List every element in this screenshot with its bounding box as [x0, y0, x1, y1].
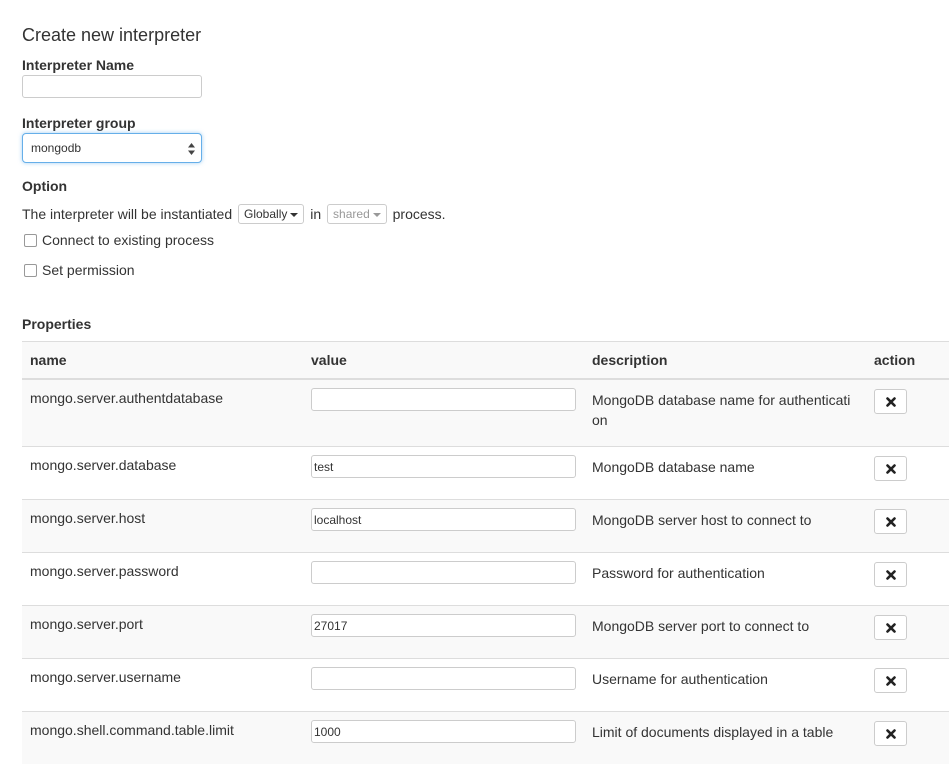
table-row: mongo.server.port MongoDB server port to…: [22, 606, 949, 659]
header-value: value: [303, 342, 584, 380]
delete-property-button[interactable]: [874, 668, 907, 693]
property-description: Username for authentication: [584, 659, 866, 712]
interpreter-group-label: Interpreter group: [22, 115, 136, 131]
property-action-cell: [866, 659, 949, 712]
delete-property-button[interactable]: [874, 456, 907, 481]
table-row: mongo.server.host MongoDB server host to…: [22, 500, 949, 553]
instantiate-line: The interpreter will be instantiated Glo…: [22, 203, 446, 225]
connect-existing-option[interactable]: Connect to existing process: [24, 231, 214, 249]
close-icon: [886, 729, 896, 739]
delete-property-button[interactable]: [874, 562, 907, 587]
set-permission-option[interactable]: Set permission: [24, 261, 135, 279]
property-value-cell: [303, 447, 584, 500]
option-label: Option: [22, 178, 67, 194]
property-description: MongoDB database name: [584, 447, 866, 500]
property-value-input[interactable]: [311, 667, 576, 690]
property-name: mongo.server.username: [22, 659, 303, 712]
close-icon: [886, 517, 896, 527]
close-icon: [886, 623, 896, 633]
page-title: Create new interpreter: [22, 25, 201, 46]
interpreter-name-label: Interpreter Name: [22, 57, 134, 73]
property-value-input[interactable]: [311, 561, 576, 584]
delete-property-button[interactable]: [874, 389, 907, 414]
delete-property-button[interactable]: [874, 615, 907, 640]
property-value-input[interactable]: [311, 388, 576, 411]
property-action-cell: [866, 553, 949, 606]
scope-dropdown-value: Globally: [244, 207, 287, 221]
property-description: MongoDB server port to connect to: [584, 606, 866, 659]
interpreter-name-input[interactable]: [22, 75, 202, 98]
table-header-row: name value description action: [22, 342, 949, 380]
scope-dropdown[interactable]: Globally: [238, 204, 304, 224]
table-row: mongo.server.password Password for authe…: [22, 553, 949, 606]
property-name: mongo.server.password: [22, 553, 303, 606]
property-action-cell: [866, 447, 949, 500]
header-name: name: [22, 342, 303, 380]
property-value-cell: [303, 500, 584, 553]
close-icon: [886, 397, 896, 407]
instantiate-suffix: process.: [393, 206, 446, 222]
property-description: MongoDB server host to connect to: [584, 500, 866, 553]
property-value-cell: [303, 553, 584, 606]
process-dropdown-value: shared: [333, 207, 370, 221]
property-description: Limit of documents displayed in a table: [584, 712, 866, 764]
property-name: mongo.server.authentdatabase: [22, 379, 303, 447]
property-name: mongo.shell.command.table.limit: [22, 712, 303, 764]
property-value-cell: [303, 379, 584, 447]
table-row: mongo.server.database MongoDB database n…: [22, 447, 949, 500]
property-name: mongo.server.port: [22, 606, 303, 659]
caret-down-icon: [373, 213, 381, 217]
properties-table: name value description action mongo.serv…: [22, 341, 949, 764]
property-value-cell: [303, 606, 584, 659]
delete-property-button[interactable]: [874, 509, 907, 534]
close-icon: [886, 570, 896, 580]
delete-property-button[interactable]: [874, 721, 907, 746]
header-action: action: [866, 342, 949, 380]
property-description: MongoDB database name for authentication: [584, 379, 866, 447]
instantiate-prefix: The interpreter will be instantiated: [22, 206, 232, 222]
properties-label: Properties: [22, 316, 91, 332]
table-row: mongo.server.username Username for authe…: [22, 659, 949, 712]
set-permission-label: Set permission: [42, 262, 135, 278]
property-name: mongo.server.database: [22, 447, 303, 500]
property-value-input[interactable]: [311, 614, 576, 637]
property-description: Password for authentication: [584, 553, 866, 606]
property-value-input[interactable]: [311, 720, 576, 743]
caret-down-icon: [290, 213, 298, 217]
in-word: in: [310, 206, 321, 222]
property-action-cell: [866, 712, 949, 764]
property-value-input[interactable]: [311, 508, 576, 531]
table-row: mongo.server.authentdatabase MongoDB dat…: [22, 379, 949, 447]
table-row: mongo.shell.command.table.limit Limit of…: [22, 712, 949, 764]
close-icon: [886, 464, 896, 474]
set-permission-checkbox[interactable]: [24, 264, 37, 277]
property-name: mongo.server.host: [22, 500, 303, 553]
property-action-cell: [866, 500, 949, 553]
connect-existing-label: Connect to existing process: [42, 232, 214, 248]
interpreter-group-select[interactable]: mongodb: [22, 133, 202, 163]
connect-existing-checkbox[interactable]: [24, 234, 37, 247]
property-value-cell: [303, 659, 584, 712]
property-value-input[interactable]: [311, 455, 576, 478]
property-value-cell: [303, 712, 584, 764]
updown-arrows-icon: [188, 143, 195, 155]
header-description: description: [584, 342, 866, 380]
property-action-cell: [866, 379, 949, 447]
interpreter-group-value: mongodb: [31, 141, 81, 155]
process-dropdown[interactable]: shared: [327, 204, 387, 224]
property-action-cell: [866, 606, 949, 659]
close-icon: [886, 676, 896, 686]
